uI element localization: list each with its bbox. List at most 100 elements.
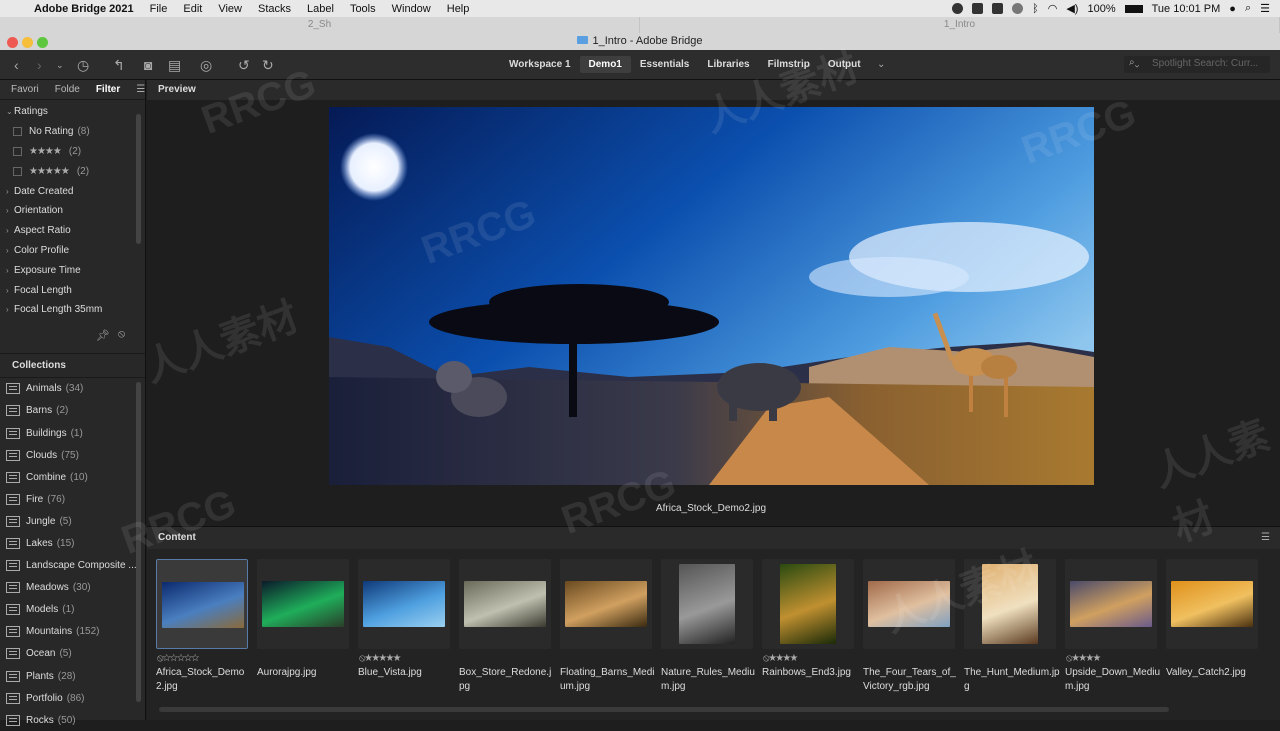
thumbnail[interactable] bbox=[661, 559, 753, 649]
filter-section-focal-length-35mm[interactable]: › Focal Length 35mm bbox=[0, 300, 145, 320]
workspace-tab-workspace-1[interactable]: Workspace 1 bbox=[500, 56, 580, 73]
minimize-window-button[interactable] bbox=[22, 37, 33, 48]
collection-item[interactable]: Combine (10) bbox=[0, 466, 145, 488]
rotate-left-icon[interactable]: ↺ bbox=[238, 57, 250, 73]
collection-item[interactable]: Animals (34) bbox=[0, 378, 145, 400]
filter-section-aspect-ratio[interactable]: › Aspect Ratio bbox=[0, 221, 145, 241]
thumbnail[interactable] bbox=[156, 559, 248, 649]
menu-tools[interactable]: Tools bbox=[350, 3, 376, 15]
filter-section-orientation[interactable]: › Orientation bbox=[0, 201, 145, 221]
control-center-icon[interactable]: ☰ bbox=[1260, 2, 1270, 15]
collection-item[interactable]: Fire (76) bbox=[0, 488, 145, 510]
recent-icon[interactable]: ◷ bbox=[77, 57, 89, 73]
pin-icon[interactable]: 📌︎ bbox=[96, 329, 110, 342]
filter-scrollbar[interactable] bbox=[136, 114, 141, 244]
menu-help[interactable]: Help bbox=[447, 3, 470, 15]
checkbox[interactable] bbox=[13, 166, 22, 176]
creative-cloud-icon[interactable] bbox=[972, 3, 984, 14]
collection-icon bbox=[6, 471, 20, 483]
thumbnail[interactable] bbox=[459, 559, 551, 649]
collection-item[interactable]: Plants (28) bbox=[0, 665, 145, 687]
collection-item[interactable]: Landscape Composite ... bbox=[0, 555, 145, 577]
zoom-window-button[interactable] bbox=[37, 37, 48, 48]
collection-item[interactable]: Jungle (5) bbox=[0, 510, 145, 532]
rating-filter-row[interactable]: ★★★★ (2) bbox=[0, 142, 145, 162]
collection-item[interactable]: Buildings (1) bbox=[0, 422, 145, 444]
panel-tab-filter[interactable]: Filter bbox=[85, 84, 125, 95]
chevron-down-icon[interactable]: ⌄ bbox=[56, 57, 64, 73]
preview-image[interactable] bbox=[329, 107, 1094, 485]
thumbnail-rating[interactable]: ⦸★★★★ bbox=[1066, 653, 1101, 664]
checkbox[interactable] bbox=[13, 146, 22, 156]
thumbnail[interactable] bbox=[560, 559, 652, 649]
back-icon[interactable]: ‹ bbox=[14, 57, 19, 73]
collection-item[interactable]: Models (1) bbox=[0, 599, 145, 621]
menu-edit[interactable]: Edit bbox=[183, 3, 202, 15]
panel-tab-favori[interactable]: Favori bbox=[0, 84, 44, 95]
bluetooth-icon[interactable]: ᛒ bbox=[1032, 3, 1039, 15]
thumbnail[interactable] bbox=[964, 559, 1056, 649]
thumbnail[interactable] bbox=[863, 559, 955, 649]
collection-item[interactable]: Portfolio (86) bbox=[0, 687, 145, 709]
thumbnail[interactable] bbox=[1166, 559, 1258, 649]
menu-label[interactable]: Label bbox=[307, 3, 334, 15]
record-icon[interactable] bbox=[952, 3, 964, 14]
workspace-tab-demo1[interactable]: Demo1 bbox=[579, 56, 631, 73]
thumbnail[interactable] bbox=[257, 559, 349, 649]
workspace-tab-libraries[interactable]: Libraries bbox=[698, 56, 758, 73]
thumbnail[interactable] bbox=[358, 559, 450, 649]
collection-item[interactable]: Rocks (50) bbox=[0, 709, 145, 731]
checkbox[interactable] bbox=[13, 127, 22, 137]
clear-filter-icon[interactable]: ⦸ bbox=[118, 328, 125, 341]
clock[interactable]: Tue 10:01 PM bbox=[1152, 3, 1221, 15]
filter-section-ratings[interactable]: ⌄ Ratings bbox=[0, 102, 145, 122]
workspace-menu-chevron-icon[interactable]: ⌄ bbox=[877, 57, 885, 73]
content-menu-icon[interactable]: ☰ bbox=[1261, 527, 1270, 549]
close-window-button[interactable] bbox=[7, 37, 18, 48]
window-tab[interactable]: 2_Sh bbox=[0, 17, 640, 33]
thumbnail-rating[interactable]: ⦸★★★★ bbox=[763, 653, 798, 664]
thumbnail-rating[interactable]: ⦸★★★★★ bbox=[359, 653, 401, 664]
menu-stacks[interactable]: Stacks bbox=[258, 3, 291, 15]
rating-filter-row[interactable]: ★★★★★ (2) bbox=[0, 161, 145, 181]
workspace-tab-essentials[interactable]: Essentials bbox=[631, 56, 698, 73]
filter-section-date-created[interactable]: › Date Created bbox=[0, 181, 145, 201]
window-tab[interactable]: 1_Intro bbox=[640, 17, 1280, 33]
collection-item[interactable]: Lakes (15) bbox=[0, 532, 145, 554]
workspace-tab-filmstrip[interactable]: Filmstrip bbox=[759, 56, 819, 73]
forward-icon[interactable]: › bbox=[37, 57, 42, 73]
battery-label[interactable]: 100% bbox=[1087, 3, 1115, 15]
open-in-camera-raw-icon[interactable]: ◎ bbox=[200, 57, 212, 73]
collection-item[interactable]: Mountains (152) bbox=[0, 621, 145, 643]
time-machine-icon[interactable] bbox=[1012, 3, 1024, 14]
return-icon[interactable]: ↰ bbox=[113, 57, 125, 73]
collection-item[interactable]: Clouds (75) bbox=[0, 444, 145, 466]
spotlight-search-input[interactable]: ⌕⌄ Spotlight Search: Curr... bbox=[1124, 56, 1270, 73]
thumbnail-rating[interactable]: ⦸☆☆☆☆☆ bbox=[157, 653, 199, 664]
thumbnail[interactable] bbox=[1065, 559, 1157, 649]
wifi-icon[interactable]: ◠ bbox=[1048, 2, 1058, 15]
collection-item[interactable]: Ocean (5) bbox=[0, 643, 145, 665]
filter-section-color-profile[interactable]: › Color Profile bbox=[0, 241, 145, 261]
volume-icon[interactable]: ◀) bbox=[1066, 2, 1078, 15]
camera-icon[interactable]: ◙ bbox=[144, 57, 152, 73]
thumbnail[interactable] bbox=[762, 559, 854, 649]
content-scrollbar[interactable] bbox=[159, 707, 1169, 712]
menu-view[interactable]: View bbox=[218, 3, 242, 15]
user-icon[interactable]: ● bbox=[1229, 3, 1236, 15]
menu-file[interactable]: File bbox=[150, 3, 168, 15]
adobe-icon[interactable] bbox=[992, 3, 1004, 14]
workspace-tab-output[interactable]: Output bbox=[819, 56, 870, 73]
menu-window[interactable]: Window bbox=[392, 3, 431, 15]
rotate-right-icon[interactable]: ↻ bbox=[262, 57, 274, 73]
spotlight-icon[interactable]: ⌕ bbox=[1245, 2, 1251, 15]
rating-filter-row[interactable]: No Rating (8) bbox=[0, 122, 145, 142]
collection-item[interactable]: Meadows (30) bbox=[0, 577, 145, 599]
collections-scrollbar[interactable] bbox=[136, 382, 141, 702]
panel-tab-folde[interactable]: Folde bbox=[44, 84, 85, 95]
app-menu[interactable]: Adobe Bridge 2021 bbox=[34, 3, 134, 15]
filter-section-exposure-time[interactable]: › Exposure Time bbox=[0, 260, 145, 280]
filter-section-focal-length[interactable]: › Focal Length bbox=[0, 280, 145, 300]
collection-item[interactable]: Barns (2) bbox=[0, 400, 145, 422]
refine-icon[interactable]: ▤ bbox=[168, 57, 181, 73]
